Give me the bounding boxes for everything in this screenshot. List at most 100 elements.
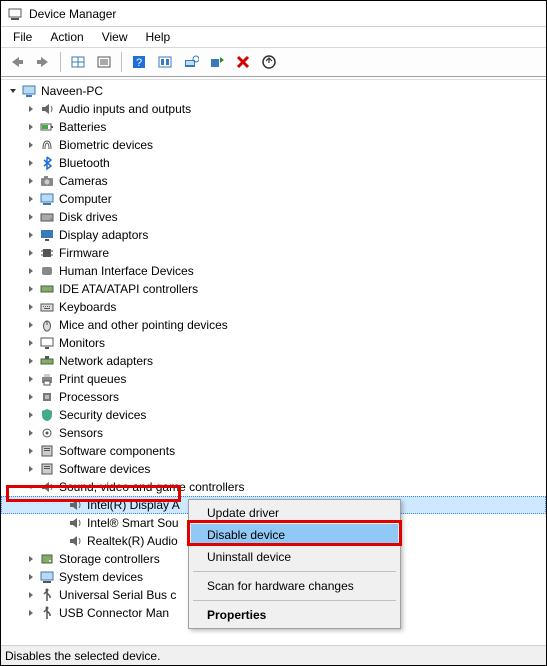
tree-label: Processors — [59, 390, 119, 404]
tree-category[interactable]: Audio inputs and outputs — [1, 100, 546, 118]
tree-category[interactable]: Firmware — [1, 244, 546, 262]
ctx-separator — [193, 571, 396, 572]
expander-icon[interactable] — [25, 427, 37, 439]
expander-icon[interactable] — [25, 247, 37, 259]
shield-icon — [39, 407, 55, 423]
tree-label: Display adaptors — [59, 228, 148, 242]
uninstall-button[interactable] — [257, 50, 281, 74]
expander-icon[interactable] — [25, 157, 37, 169]
expander-icon[interactable] — [25, 301, 37, 313]
toolbar: ? — [1, 47, 546, 77]
tree-category[interactable]: Disk drives — [1, 208, 546, 226]
tree-label: Security devices — [59, 408, 146, 422]
toolbar-separator — [60, 52, 61, 72]
software-icon — [39, 461, 55, 477]
ctx-properties[interactable]: Properties — [191, 604, 398, 626]
tree-label: IDE ATA/ATAPI controllers — [59, 282, 198, 296]
expander-icon[interactable] — [25, 373, 37, 385]
tree-category[interactable]: Processors — [1, 388, 546, 406]
expander-icon[interactable] — [25, 229, 37, 241]
expander-icon[interactable] — [25, 283, 37, 295]
tree-category[interactable]: Mice and other pointing devices — [1, 316, 546, 334]
expander-icon[interactable] — [25, 553, 37, 565]
expander-icon[interactable] — [25, 481, 37, 493]
tree-label: Print queues — [59, 372, 126, 386]
expander-icon[interactable] — [25, 571, 37, 583]
scan-button[interactable] — [179, 50, 203, 74]
ctx-disable-device[interactable]: Disable device — [191, 524, 398, 546]
expander-icon[interactable] — [25, 211, 37, 223]
tree-category[interactable]: Print queues — [1, 370, 546, 388]
update-driver-button[interactable] — [205, 50, 229, 74]
expander-icon[interactable] — [25, 265, 37, 277]
expander-icon[interactable] — [25, 103, 37, 115]
tree-category[interactable]: Human Interface Devices — [1, 262, 546, 280]
context-menu: Update driver Disable device Uninstall d… — [188, 499, 401, 629]
keyboard-icon — [39, 299, 55, 315]
expander-icon[interactable] — [25, 463, 37, 475]
tree-label: Disk drives — [59, 210, 118, 224]
expander-icon[interactable] — [25, 589, 37, 601]
expander-icon[interactable] — [25, 319, 37, 331]
tree-category[interactable]: Computer — [1, 190, 546, 208]
status-bar: Disables the selected device. — [1, 645, 546, 665]
tree-label: Universal Serial Bus c — [59, 588, 176, 602]
tree-label: Sensors — [59, 426, 103, 440]
menu-file[interactable]: File — [5, 28, 40, 46]
menu-action[interactable]: Action — [42, 28, 91, 46]
window-title: Device Manager — [29, 7, 116, 21]
expander-icon[interactable] — [25, 175, 37, 187]
action-button[interactable] — [153, 50, 177, 74]
tree-category[interactable]: Biometric devices — [1, 136, 546, 154]
net-icon — [39, 353, 55, 369]
monitor-icon — [39, 335, 55, 351]
tree-category[interactable]: Display adaptors — [1, 226, 546, 244]
tree-category[interactable]: Batteries — [1, 118, 546, 136]
tree-category[interactable]: Security devices — [1, 406, 546, 424]
expander-icon[interactable] — [25, 355, 37, 367]
tree-category[interactable]: Software devices — [1, 460, 546, 478]
expander-icon[interactable] — [25, 607, 37, 619]
ctx-scan[interactable]: Scan for hardware changes — [191, 575, 398, 597]
expander-icon[interactable] — [25, 121, 37, 133]
disable-button[interactable] — [231, 50, 255, 74]
tree-category[interactable]: Keyboards — [1, 298, 546, 316]
speaker-icon — [39, 479, 55, 495]
menu-help[interactable]: Help — [138, 28, 179, 46]
usb-icon — [39, 587, 55, 603]
menu-bar: File Action View Help — [1, 27, 546, 47]
mouse-icon — [39, 317, 55, 333]
back-button[interactable] — [5, 50, 29, 74]
tree-category[interactable]: Sensors — [1, 424, 546, 442]
expander-icon — [53, 535, 65, 547]
tree-label: Firmware — [59, 246, 109, 260]
pc-icon — [21, 83, 37, 99]
tree-category[interactable]: Monitors — [1, 334, 546, 352]
cpu-icon — [39, 389, 55, 405]
tree-category[interactable]: Sound, video and game controllers — [1, 478, 546, 496]
expander-icon[interactable] — [25, 445, 37, 457]
tree-label: Storage controllers — [59, 552, 160, 566]
expander-icon[interactable] — [25, 409, 37, 421]
expander-icon[interactable] — [25, 391, 37, 403]
tree-category[interactable]: Cameras — [1, 172, 546, 190]
properties-button[interactable] — [92, 50, 116, 74]
speaker-icon — [39, 101, 55, 117]
system-icon — [39, 569, 55, 585]
tree-category[interactable]: Software components — [1, 442, 546, 460]
tree-category[interactable]: Bluetooth — [1, 154, 546, 172]
expander-icon[interactable] — [25, 193, 37, 205]
show-hidden-button[interactable] — [66, 50, 90, 74]
sensor-icon — [39, 425, 55, 441]
tree-root[interactable]: Naveen-PC — [1, 82, 546, 100]
ctx-update-driver[interactable]: Update driver — [191, 502, 398, 524]
forward-button[interactable] — [31, 50, 55, 74]
help-button[interactable]: ? — [127, 50, 151, 74]
expander-icon[interactable] — [25, 139, 37, 151]
ctx-uninstall-device[interactable]: Uninstall device — [191, 546, 398, 568]
expander-icon[interactable] — [7, 85, 19, 97]
tree-category[interactable]: IDE ATA/ATAPI controllers — [1, 280, 546, 298]
tree-category[interactable]: Network adapters — [1, 352, 546, 370]
menu-view[interactable]: View — [94, 28, 136, 46]
expander-icon[interactable] — [25, 337, 37, 349]
